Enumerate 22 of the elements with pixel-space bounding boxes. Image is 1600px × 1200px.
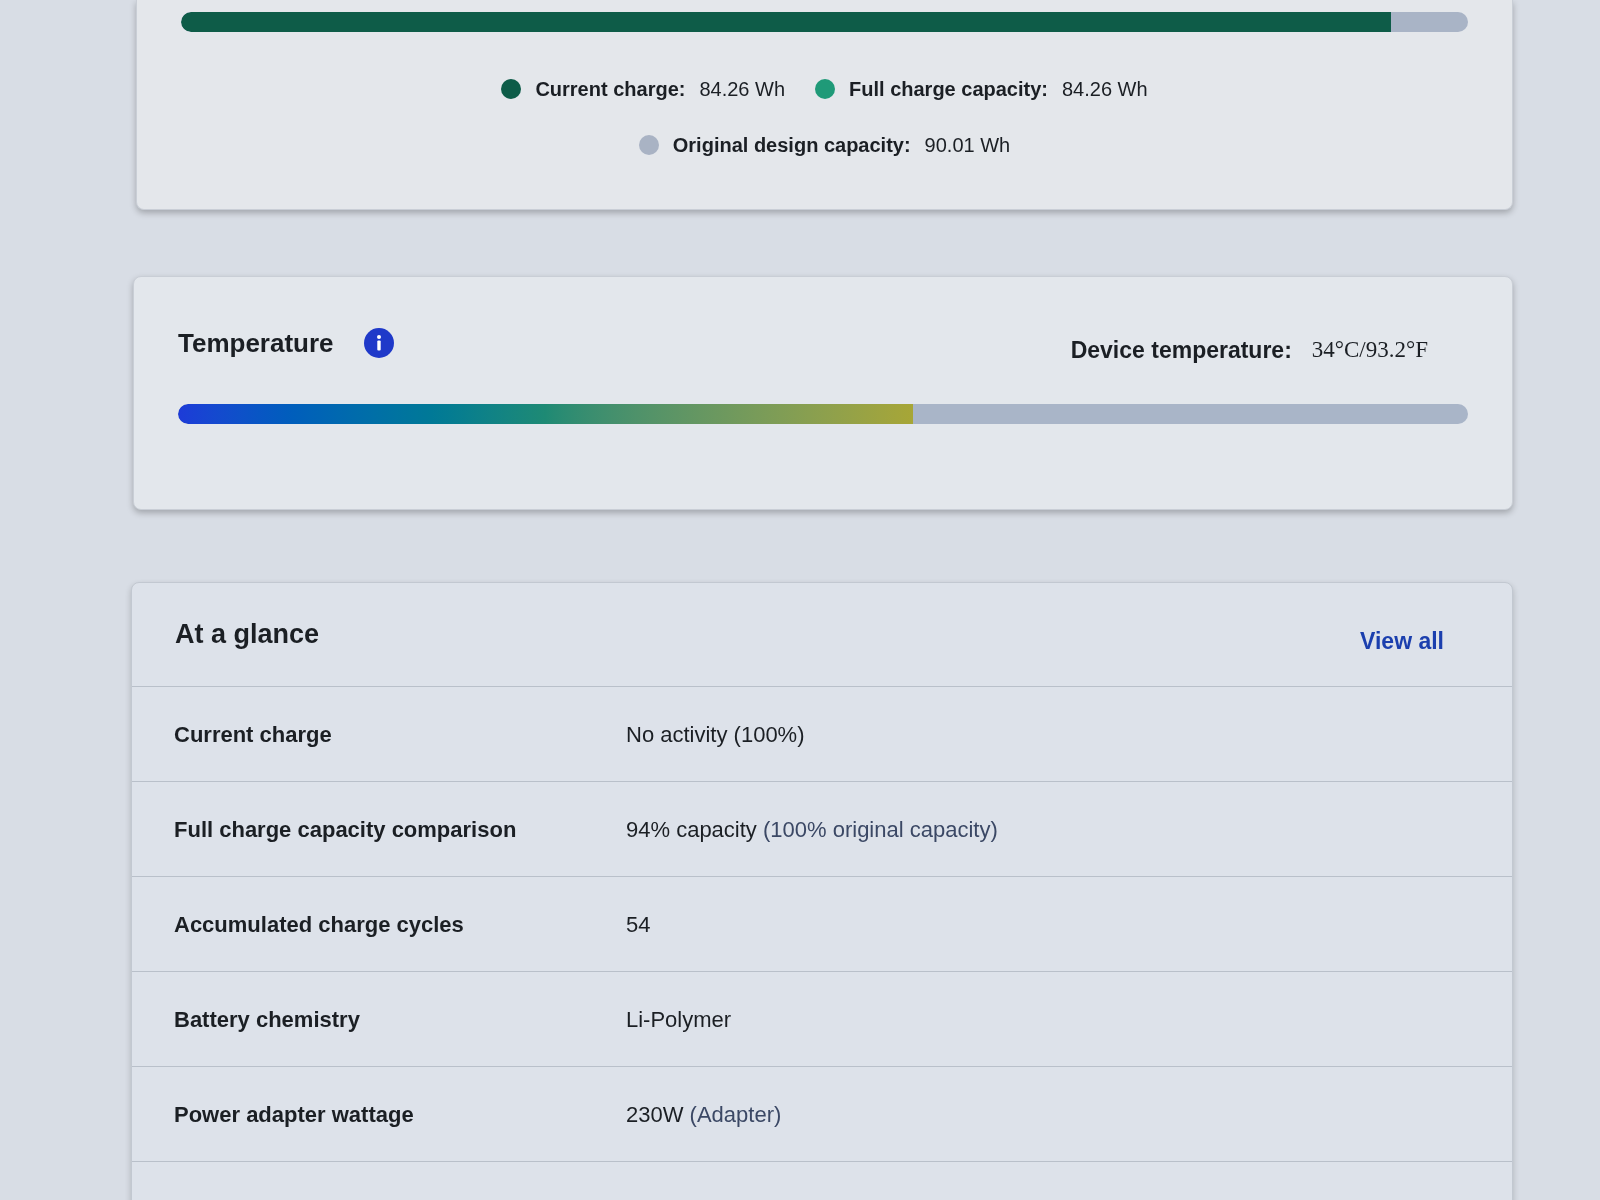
row-label: Full charge capacity comparison — [174, 815, 518, 844]
legend-label: Full charge capacity: — [849, 77, 1048, 102]
legend-value: 90.01 Wh — [924, 133, 1011, 158]
row-label: Accumulated charge cycles — [174, 910, 465, 939]
info-icon[interactable] — [363, 328, 394, 359]
device-temperature-value: 34°C/93.2°F — [1311, 336, 1428, 364]
legend-label: Current charge: — [535, 77, 686, 102]
row-value: 230W (Adapter) — [626, 1100, 782, 1129]
row-value: Li-Polymer — [626, 1005, 732, 1034]
legend-label: Original design capacity: — [672, 133, 911, 158]
view-all-link[interactable]: View all — [1360, 624, 1444, 659]
row-label: Battery chemistry — [174, 1005, 361, 1034]
legend-value: 84.26 Wh — [1062, 77, 1148, 102]
device-temperature-label: Device temperature: — [1070, 336, 1292, 365]
row-label: Current charge — [174, 720, 333, 749]
row-label: Power adapter wattage — [174, 1100, 415, 1129]
row-value: No activity (100%) — [626, 720, 805, 749]
legend-value: 84.26 Wh — [699, 77, 786, 102]
at-a-glance-title: At a glance — [175, 618, 320, 652]
row-value: 94% capacity (100% original capacity) — [626, 815, 998, 844]
temperature-title: Temperature — [178, 326, 334, 360]
row-value: 54 — [626, 910, 651, 939]
